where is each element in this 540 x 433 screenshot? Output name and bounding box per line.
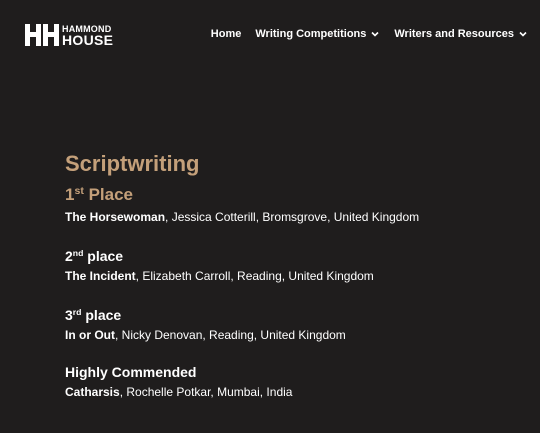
work-details: , Jessica Cotterill, Bromsgrove, United … <box>165 210 420 224</box>
main-nav: Home Writing Competitions Writers and Re… <box>211 28 528 40</box>
work-title: The Horsewoman <box>65 210 166 224</box>
work-details: , Elizabeth Carroll, Reading, United Kin… <box>135 269 374 283</box>
nav-item-label: Home <box>210 28 242 40</box>
highly-commended-heading: Highly Commended <box>65 364 197 380</box>
place-word: place <box>87 248 124 264</box>
work-details: , Rochelle Potkar, Mumbai, India <box>119 385 293 399</box>
place-word: Place <box>88 185 134 204</box>
work-details: , Nicky Denovan, Reading, United Kingdom <box>115 328 346 342</box>
third-place-entry: In or Out, Nicky Denovan, Reading, Unite… <box>65 327 525 343</box>
work-title: In or Out <box>65 328 115 342</box>
main-content: Scriptwriting 1st Place The Horsewoman, … <box>65 150 525 400</box>
place-suffix: nd <box>72 248 84 259</box>
chevron-down-icon <box>371 31 379 37</box>
third-place-heading: 3rd place <box>65 306 525 324</box>
place-number: 3 <box>65 307 73 323</box>
nav-item-writers-and-resources[interactable]: Writers and Resources <box>394 28 528 40</box>
first-place-heading: 1st Place <box>65 184 525 206</box>
work-title: Catharsis <box>65 385 120 399</box>
nav-item-writing-competitions[interactable]: Writing Competitions <box>255 28 380 40</box>
logo-text: HAMMOND HOUSE <box>62 24 113 47</box>
nav-item-home[interactable]: Home <box>211 28 242 40</box>
chevron-down-icon <box>519 31 527 37</box>
place-suffix: st <box>74 185 84 198</box>
highly-commended-entry: Catharsis, Rochelle Potkar, Mumbai, Indi… <box>65 384 525 400</box>
place-suffix: rd <box>72 307 82 318</box>
nav-item-label: Writing Competitions <box>255 28 367 40</box>
page-title: Scriptwriting <box>65 151 200 176</box>
nav-item-label: Writers and Resources <box>394 28 514 40</box>
logo-mark-icon <box>25 24 59 46</box>
place-number: 2 <box>65 248 73 264</box>
second-place-heading: 2nd place <box>65 247 525 265</box>
logo-bottom-text: HOUSE <box>62 31 114 48</box>
place-word: place <box>85 307 122 323</box>
first-place-entry: The Horsewoman, Jessica Cotterill, Broms… <box>65 209 525 225</box>
site-header: HAMMOND HOUSE Home Writing Competitions … <box>0 0 540 72</box>
site-logo[interactable]: HAMMOND HOUSE <box>25 24 113 47</box>
second-place-entry: The Incident, Elizabeth Carroll, Reading… <box>65 268 525 284</box>
work-title: The Incident <box>65 269 136 283</box>
